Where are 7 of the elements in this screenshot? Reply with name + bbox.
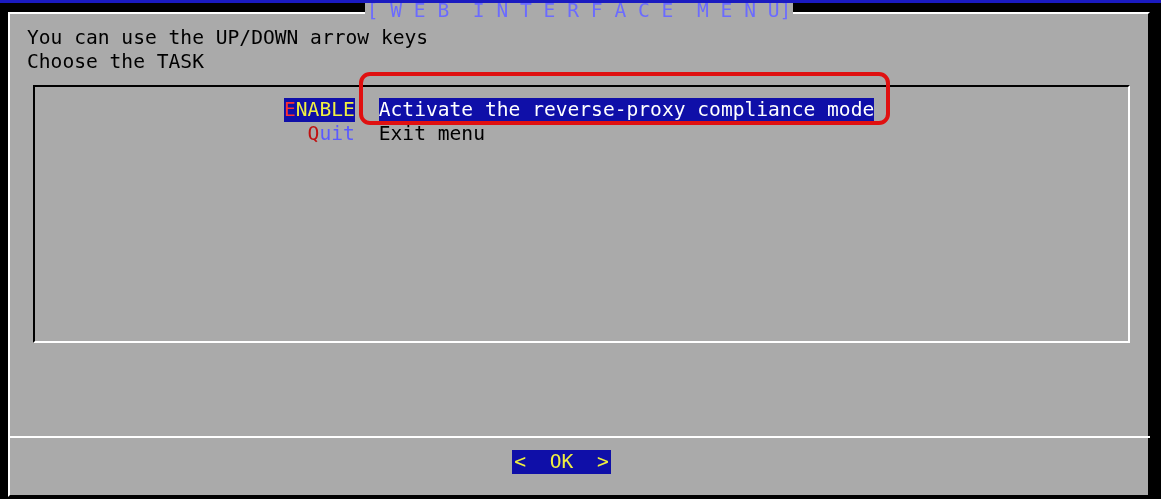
- menu-item-description[interactable]: Activate the reverse-proxy compliance mode: [378, 98, 875, 122]
- prompt-text: Choose the TASK: [27, 49, 205, 73]
- dialog-title: [ W E B I N T E R F A C E M E N U]: [364, 3, 794, 23]
- prompt-text: You can use the UP/DOWN arrow keys: [27, 26, 430, 50]
- menu-item-description[interactable]: Exit menu: [378, 121, 485, 145]
- menu-item-tag[interactable]: ENABLE: [284, 98, 355, 122]
- ok-button[interactable]: < OK >: [512, 450, 611, 474]
